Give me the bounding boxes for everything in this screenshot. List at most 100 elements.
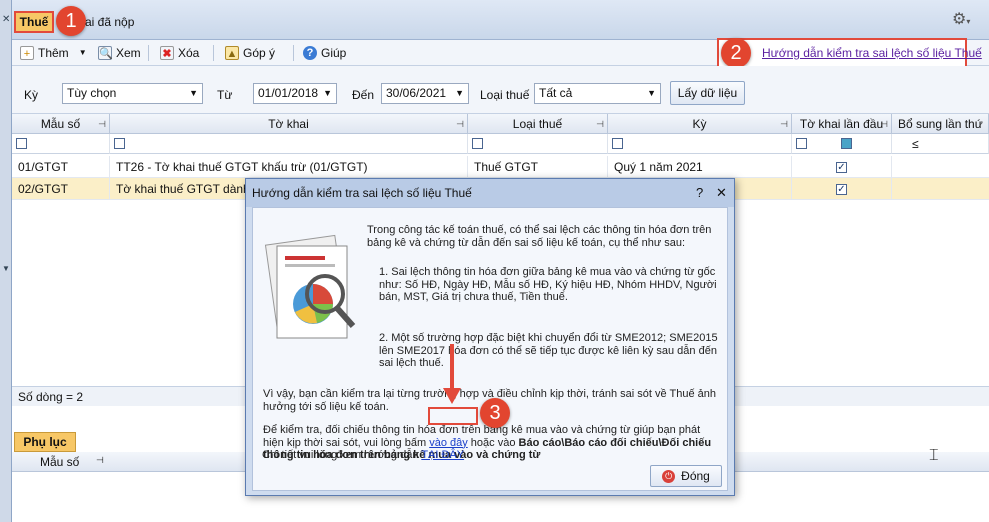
tab-bar — [12, 0, 989, 40]
detail-text: Chi tiết vui lòng xem hướng dẫn — [262, 449, 419, 461]
close-button-label: Đóng — [681, 469, 710, 483]
cell-declaration: TT26 - Tờ khai thuế GTGT khấu trừ (01/GT… — [110, 156, 468, 178]
to-date-input[interactable]: 30/06/2021 ▼ — [381, 83, 469, 104]
col-header-label: Tờ khai — [268, 117, 309, 131]
feedback-icon: ▲ — [225, 46, 239, 60]
filter-cell[interactable] — [608, 134, 792, 154]
expand-arrow-icon[interactable]: ▼ — [2, 264, 10, 273]
filter-checkbox[interactable] — [612, 138, 623, 150]
col-header-tax-type[interactable]: Loại thuế ⊣ — [468, 114, 608, 134]
help-button[interactable]: ? Giúp — [303, 44, 346, 62]
guide-dialog: Hướng dẫn kiểm tra sai lệch số liệu Thuế… — [245, 178, 735, 496]
cell-period: Quý 1 năm 2021 — [608, 156, 792, 178]
chevron-down-icon: ▼ — [647, 88, 656, 98]
table-row[interactable]: 01/GTGT TT26 - Tờ khai thuế GTGT khấu tr… — [12, 156, 989, 178]
cell-form-no: 02/GTGT — [12, 178, 110, 200]
cell-first-declaration[interactable]: ✓ — [792, 178, 892, 200]
col-header-supplement-no[interactable]: Bổ sung lần thứ — [892, 114, 989, 134]
view-button[interactable]: 🔍 Xem — [98, 44, 141, 62]
left-panel-strip — [0, 0, 12, 522]
gear-icon[interactable]: ⚙▾ — [952, 10, 972, 30]
toolbar-divider — [213, 45, 214, 61]
add-label: Thêm — [38, 46, 69, 60]
dialog-close-icon[interactable]: ✕ — [716, 179, 727, 207]
col-header-declaration[interactable]: Tờ khai ⊣ — [110, 114, 468, 134]
dialog-title-bar[interactable]: Hướng dẫn kiểm tra sai lệch số liệu Thuế… — [246, 179, 734, 207]
close-button[interactable]: ⏻ Đóng — [650, 465, 722, 487]
tab-appendix[interactable]: Phụ lục — [14, 432, 76, 452]
cell-first-declaration[interactable]: ✓ — [792, 156, 892, 178]
dialog-intro: Trong công tác kế toán thuế, có thể sai … — [367, 224, 712, 249]
delete-button[interactable]: ✖ Xóa — [160, 44, 199, 62]
report-chart-icon — [264, 234, 356, 339]
filter-cell[interactable]: ≤ — [892, 134, 989, 154]
help-icon: ? — [303, 46, 317, 60]
col-header-label: Bổ sung lần thứ — [898, 117, 983, 131]
power-icon: ⏻ — [662, 469, 676, 483]
filter-checkbox[interactable] — [472, 138, 483, 150]
filter-cell[interactable] — [110, 134, 468, 154]
cell-tax-type: Thuế GTGT — [468, 156, 608, 178]
tax-type-select[interactable]: Tất cả ▼ — [534, 83, 661, 104]
filter-checkbox[interactable] — [796, 138, 807, 150]
toolbar-divider — [293, 45, 294, 61]
from-date-value: 01/01/2018 — [258, 86, 319, 100]
toolbar-divider — [148, 45, 149, 61]
delete-icon: ✖ — [160, 46, 174, 60]
tax-type-label: Loại thuế — [480, 88, 530, 102]
pin-icon[interactable]: ⊣ — [596, 114, 604, 134]
col-header-label: Loại thuế — [512, 117, 563, 131]
get-data-button[interactable]: Lấy dữ liệu — [670, 81, 745, 105]
new-document-icon: + — [20, 46, 34, 60]
chevron-down-icon: ▼ — [189, 88, 198, 98]
col-header-label: Tờ khai lần đầu — [799, 117, 884, 131]
filter-checkbox[interactable] — [114, 138, 125, 150]
pin-icon[interactable]: ⊣ — [96, 455, 104, 466]
dialog-help-icon[interactable]: ? — [696, 179, 703, 207]
tax-type-value: Tất cả — [539, 86, 573, 100]
dropdown-arrow-icon[interactable]: ▼ — [79, 44, 87, 62]
period-label: Kỳ — [24, 88, 39, 102]
step-badge-2: 2 — [721, 38, 751, 68]
checked-checkbox-icon[interactable]: ✓ — [836, 162, 847, 174]
collapse-icon[interactable]: ✕ — [2, 14, 10, 25]
cell-form-no: 01/GTGT — [12, 156, 110, 178]
chevron-down-icon: ▼ — [323, 88, 332, 98]
col-header-period[interactable]: Kỳ ⊣ — [608, 114, 792, 134]
pin-icon[interactable]: ⊣ — [780, 114, 788, 134]
add-button[interactable]: + Thêm ▼ — [20, 44, 87, 62]
check-text-mid: hoặc vào — [470, 436, 516, 449]
filter-checkbox[interactable] — [16, 138, 27, 150]
appendix-col-form-no[interactable]: Mẫu số — [40, 455, 79, 469]
help-label: Giúp — [321, 46, 347, 60]
pin-icon[interactable]: ⊣ — [98, 114, 106, 134]
view-label: Xem — [116, 46, 141, 60]
dialog-title: Hướng dẫn kiểm tra sai lệch số liệu Thuế — [252, 186, 472, 200]
delete-label: Xóa — [178, 46, 200, 60]
tax-discrepancy-guide-link[interactable]: Hướng dẫn kiểm tra sai lệch số liệu Thuế — [762, 46, 982, 60]
col-header-label: Mẫu số — [40, 117, 81, 131]
col-header-form-no[interactable]: Mẫu số ⊣ — [12, 114, 110, 134]
from-label: Từ — [217, 88, 233, 102]
filter-operator[interactable]: ≤ — [912, 137, 919, 151]
period-select[interactable]: Tùy chọn ▼ — [62, 83, 203, 104]
feedback-button[interactable]: ▲ Góp ý — [225, 44, 275, 62]
filter-cell[interactable] — [792, 134, 892, 154]
tab-declared[interactable]: ai đã nộp — [85, 13, 134, 31]
pin-icon[interactable]: ⊣ — [880, 114, 888, 134]
filter-cell[interactable] — [468, 134, 608, 154]
click-here-link[interactable]: vào đây — [429, 437, 468, 449]
filter-cell[interactable] — [12, 134, 110, 154]
feedback-label: Góp ý — [243, 46, 276, 60]
dialog-item-2: 2. Một số trường hợp đặc biệt khi chuyển… — [379, 332, 718, 369]
dialog-item-1: 1. Sai lệch thông tin hóa đơn giữa bảng … — [379, 266, 717, 303]
here-link[interactable]: TẠI ĐÂY — [421, 449, 464, 461]
col-header-first-declaration[interactable]: Tờ khai lần đầu ⊣ — [792, 114, 892, 134]
from-date-input[interactable]: 01/01/2018 ▼ — [253, 83, 337, 104]
period-value: Tùy chọn — [67, 86, 117, 100]
to-label: Đến — [352, 88, 375, 102]
pin-icon[interactable]: ⊣ — [456, 114, 464, 134]
tab-thue[interactable]: Thuế — [14, 11, 54, 33]
filter-checkbox-indeterminate[interactable] — [841, 138, 852, 150]
checked-checkbox-icon[interactable]: ✓ — [836, 184, 847, 196]
